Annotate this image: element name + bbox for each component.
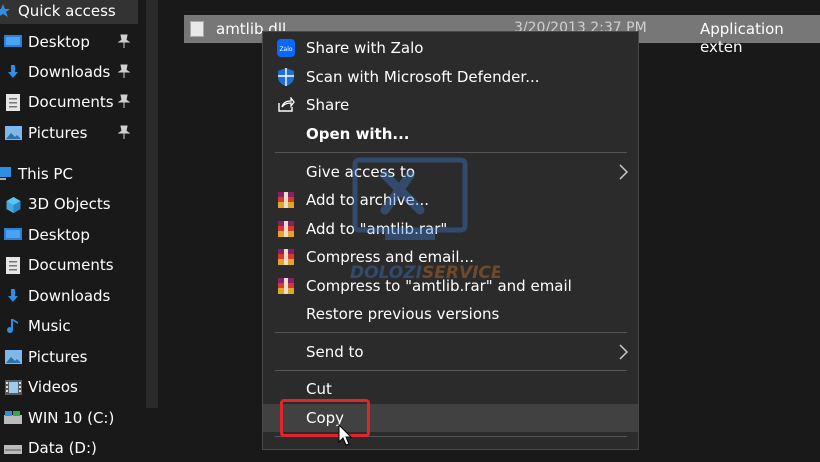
dll-file-icon xyxy=(190,21,204,37)
menu-label: Open with... xyxy=(306,125,410,143)
nav-downloads-pinned[interactable]: Downloads xyxy=(0,58,142,86)
menu-item-restore-versions[interactable]: Restore previous versions xyxy=(263,300,638,328)
nav-this-pc[interactable]: This PC xyxy=(0,160,142,188)
star-icon xyxy=(0,2,14,20)
document-icon xyxy=(2,93,24,111)
menu-item-share-zalo[interactable]: Zalo Share with Zalo xyxy=(263,34,638,62)
nav-label: Pictures xyxy=(28,348,88,366)
svg-text:DOLOZI: DOLOZI xyxy=(350,263,422,283)
pictures-icon xyxy=(2,124,24,142)
nav-pictures[interactable]: Pictures xyxy=(0,343,142,371)
menu-item-open-with[interactable]: Open with... xyxy=(263,120,638,148)
menu-separator xyxy=(275,370,627,371)
nav-label: Downloads xyxy=(28,287,111,305)
download-icon xyxy=(2,63,24,81)
videos-icon xyxy=(2,378,24,396)
nav-videos[interactable]: Videos xyxy=(0,373,142,401)
nav-documents-pinned[interactable]: Documents xyxy=(0,88,142,116)
defender-shield-icon xyxy=(276,67,296,87)
menu-separator xyxy=(275,332,627,333)
chevron-right-icon xyxy=(618,344,629,364)
menu-item-scan-defender[interactable]: Scan with Microsoft Defender... xyxy=(263,63,638,91)
watermark-logo: DOLOZI SERVICE xyxy=(350,150,503,294)
pin-icon[interactable] xyxy=(117,34,132,50)
navigation-pane: Quick access Desktop Downloads Documents… xyxy=(0,0,142,457)
nav-drive-c[interactable]: WIN 10 (C:) xyxy=(0,404,142,432)
nav-downloads[interactable]: Downloads xyxy=(0,282,142,310)
menu-item-share[interactable]: Share xyxy=(263,91,638,119)
nav-desktop[interactable]: Desktop xyxy=(0,221,142,249)
menu-label: Share with Zalo xyxy=(306,39,424,57)
nav-label: Videos xyxy=(28,378,78,396)
nav-label: Desktop xyxy=(28,226,90,244)
menu-label: Restore previous versions xyxy=(306,305,500,323)
nav-label: Documents xyxy=(28,93,114,111)
nav-label: Quick access xyxy=(18,2,116,20)
copy-highlight-box xyxy=(280,399,370,437)
nav-label: Documents xyxy=(28,256,114,274)
winrar-icon xyxy=(276,247,296,267)
svg-text:SERVICE: SERVICE xyxy=(422,263,500,283)
nav-label: Pictures xyxy=(28,124,88,142)
menu-label: Send to xyxy=(306,343,364,361)
nav-label: Desktop xyxy=(28,33,90,51)
nav-3d-objects[interactable]: 3D Objects xyxy=(0,190,142,218)
file-type: Application exten xyxy=(700,20,784,56)
desktop-icon xyxy=(2,33,24,51)
drive-icon xyxy=(2,439,24,457)
winrar-icon xyxy=(276,276,296,296)
nav-label: Music xyxy=(28,317,71,335)
zalo-icon: Zalo xyxy=(276,38,296,58)
computer-icon xyxy=(0,165,14,183)
drive-icon xyxy=(2,409,24,427)
svg-text:Zalo: Zalo xyxy=(279,46,292,53)
nav-label: This PC xyxy=(18,165,73,183)
menu-label: Cut xyxy=(306,380,332,398)
nav-scrollbar[interactable] xyxy=(146,0,158,408)
nav-quick-access[interactable]: Quick access xyxy=(0,0,142,25)
nav-label: Downloads xyxy=(28,63,111,81)
winrar-icon xyxy=(276,219,296,239)
nav-label: 3D Objects xyxy=(28,195,111,213)
chevron-right-icon xyxy=(618,164,629,184)
nav-label: WIN 10 (C:) xyxy=(28,409,115,427)
nav-label: Data (D:) xyxy=(28,439,97,457)
pin-icon[interactable] xyxy=(117,64,132,80)
mouse-cursor-icon xyxy=(338,423,353,450)
winrar-icon xyxy=(276,190,296,210)
nav-desktop-pinned[interactable]: Desktop xyxy=(0,28,142,56)
download-icon xyxy=(2,287,24,305)
pictures-icon xyxy=(2,348,24,366)
pin-icon[interactable] xyxy=(117,94,132,110)
document-icon xyxy=(2,256,24,274)
share-icon xyxy=(276,95,296,115)
menu-label: Scan with Microsoft Defender... xyxy=(306,68,540,86)
cube-icon xyxy=(2,195,24,213)
pin-icon[interactable] xyxy=(117,125,132,141)
menu-label: Share xyxy=(306,96,350,114)
nav-pictures-pinned[interactable]: Pictures xyxy=(0,119,142,147)
menu-item-send-to[interactable]: Send to xyxy=(263,338,638,366)
nav-drive-d[interactable]: Data (D:) xyxy=(0,434,142,462)
music-icon xyxy=(2,317,24,335)
nav-documents[interactable]: Documents xyxy=(0,251,142,279)
nav-music[interactable]: Music xyxy=(0,312,142,340)
desktop-icon xyxy=(2,226,24,244)
